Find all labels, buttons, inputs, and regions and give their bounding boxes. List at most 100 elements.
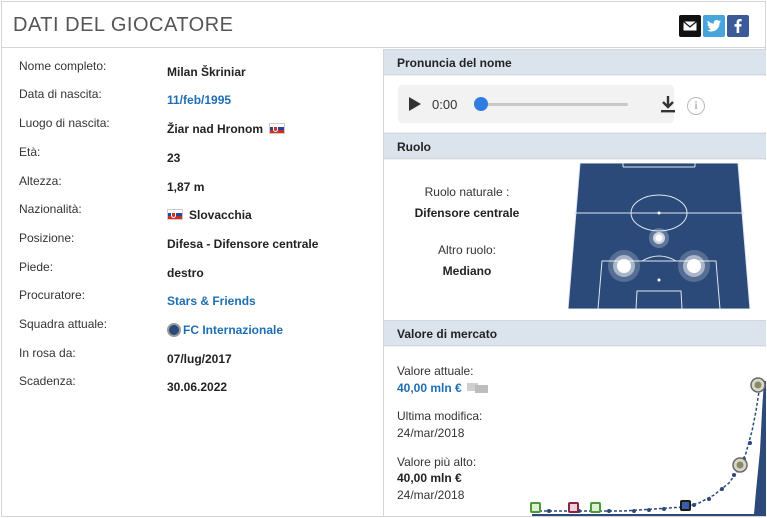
player-data-card: DATI DEL GIOCATORE Nome completo: Milan … (1, 1, 766, 517)
chart-line (534, 384, 761, 512)
detail-value: 23 (167, 151, 181, 165)
highest-value-label: Valore più alto: (397, 455, 477, 469)
play-icon[interactable] (409, 97, 421, 111)
club-marker-6[interactable] (750, 377, 766, 393)
chart-point (692, 503, 696, 507)
natural-role-marker-right (678, 250, 710, 282)
detail-row-position: Posizione: Difesa - Difensore centrale (2, 231, 382, 257)
club-crest-icon (167, 323, 181, 337)
slovakia-flag-icon (167, 209, 183, 220)
market-value-section: Valore attuale: 40,00 mln € Ultima modif… (384, 347, 766, 516)
detail-label: Età: (19, 145, 41, 159)
club-marker-2[interactable] (568, 502, 579, 513)
club-marker-5[interactable] (732, 457, 748, 473)
detail-row-contract-expiry: Scadenza: 30.06.2022 (2, 374, 382, 400)
chart-point (607, 509, 611, 513)
player-details-list: Nome completo: Milan Škriniar Data di na… (2, 49, 382, 516)
club-marker-4[interactable] (680, 500, 691, 511)
last-change-label: Ultima modifica: (397, 409, 483, 423)
pronunciation-header: Pronuncia del nome (384, 49, 766, 75)
detail-value: Milan Škriniar (167, 65, 246, 79)
detail-row-nationality: Nazionalità: Slovacchia (2, 202, 382, 228)
info-icon[interactable]: i (687, 97, 705, 115)
audio-progress-knob[interactable] (474, 97, 488, 111)
detail-value: 07/lug/2017 (167, 352, 232, 366)
detail-value-wrap: Slovacchia (167, 208, 252, 222)
current-value-label: Valore attuale: (397, 364, 474, 378)
chart-point (720, 487, 724, 491)
role-section: Ruolo naturale : Difensore centrale Altr… (384, 160, 766, 320)
detail-row-full-name: Nome completo: Milan Škriniar (2, 59, 382, 85)
detail-label: Procuratore: (19, 288, 86, 302)
chart-point (632, 509, 636, 513)
detail-value: 30.06.2022 (167, 380, 228, 394)
slovakia-flag-icon (269, 123, 286, 134)
market-value-chart (530, 377, 766, 516)
detail-value: 1,87 m (167, 180, 205, 194)
detail-value: Difesa - Difensore centrale (167, 237, 319, 251)
detail-value: Žiar nad Hronom (167, 122, 264, 136)
chart-point (748, 441, 752, 445)
share-facebook-button[interactable] (727, 15, 749, 37)
chart-point (547, 509, 551, 513)
audio-time: 0:00 (432, 97, 458, 112)
section-title: Valore di mercato (397, 327, 498, 341)
chart-point (707, 497, 711, 501)
last-change-date: 24/mar/2018 (397, 426, 465, 440)
natural-role-label: Ruolo naturale : (424, 185, 510, 199)
section-title: Ruolo (397, 140, 431, 154)
detail-label: Scadenza: (19, 374, 76, 388)
club-name: FC Internazionale (183, 323, 284, 337)
highest-value-date: 24/mar/2018 (397, 488, 465, 502)
comment-icon[interactable] (467, 382, 489, 394)
market-value-header: Valore di mercato (384, 320, 766, 346)
detail-label: Data di nascita: (19, 87, 102, 101)
detail-label: Piede: (19, 260, 54, 274)
detail-row-age: Età: 23 (2, 145, 382, 171)
other-role-marker (649, 228, 669, 248)
detail-label: Nome completo: (19, 59, 107, 73)
chart-point (732, 473, 736, 477)
mail-icon (683, 21, 697, 31)
detail-value: Slovacchia (189, 208, 252, 222)
download-icon[interactable] (658, 94, 678, 114)
detail-row-height: Altezza: 1,87 m (2, 174, 382, 200)
share-mail-button[interactable] (679, 15, 701, 37)
role-header: Ruolo (384, 133, 766, 159)
other-role-label: Altro ruolo: (437, 243, 497, 257)
birth-date-link[interactable]: 11/feb/1995 (167, 93, 231, 107)
section-title: Pronuncia del nome (397, 56, 512, 70)
audio-progress-track[interactable] (478, 103, 628, 106)
detail-label: Posizione: (19, 231, 75, 245)
page-title: DATI DEL GIOCATORE (13, 14, 234, 36)
detail-value: destro (167, 266, 204, 280)
right-panel: Pronuncia del nome 0:00 i Ruolo Ruolo na… (383, 49, 766, 516)
detail-row-joined: In rosa da: 07/lug/2017 (2, 346, 382, 372)
detail-label: Luogo di nascita: (19, 116, 110, 130)
current-value: 40,00 mln € (397, 381, 489, 395)
agent-link[interactable]: Stars & Friends (167, 294, 256, 308)
twitter-icon (707, 20, 721, 32)
other-role-value: Mediano (442, 264, 492, 278)
pronunciation-section: 0:00 i (384, 76, 766, 132)
club-link[interactable]: FC Internazionale (167, 323, 283, 337)
detail-label: Squadra attuale: (19, 317, 108, 331)
audio-player: 0:00 (398, 85, 675, 123)
chart-area (532, 381, 766, 516)
detail-row-current-club: Squadra attuale: FC Internazionale (2, 317, 382, 343)
natural-role-value: Difensore centrale (414, 206, 520, 220)
chart-point (647, 508, 651, 512)
chart-point (662, 507, 666, 511)
facebook-icon (734, 19, 742, 33)
highest-value: 40,00 mln € (397, 471, 462, 485)
detail-row-foot: Piede: destro (2, 260, 382, 286)
current-value-text: 40,00 mln € (397, 381, 462, 395)
detail-row-agent: Procuratore: Stars & Friends (2, 288, 382, 314)
pitch-diagram (568, 163, 750, 309)
detail-label: In rosa da: (19, 346, 76, 360)
share-twitter-button[interactable] (703, 15, 725, 37)
club-marker-3[interactable] (590, 502, 601, 513)
detail-label: Altezza: (19, 174, 62, 188)
natural-role-marker-left (608, 250, 640, 282)
club-marker-1[interactable] (530, 502, 541, 513)
